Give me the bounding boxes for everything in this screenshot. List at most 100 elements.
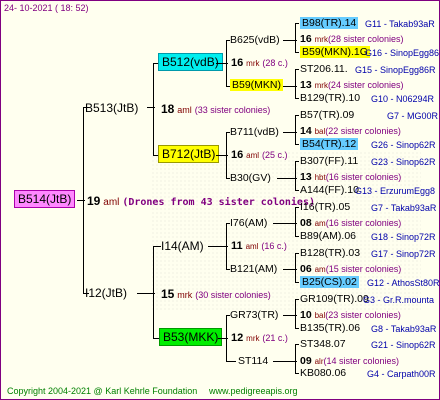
gen4-queen-15[interactable]: ST348.07: [300, 338, 346, 351]
connector: [295, 282, 299, 283]
gen4-rank-14: G8 - Takab93aR: [371, 324, 437, 334]
connector: [226, 40, 227, 86]
gen4-rank-10: G18 - Sinop72R: [371, 232, 436, 242]
gen4-queen-14[interactable]: B135(TR).06: [300, 322, 360, 335]
connector: [295, 299, 296, 328]
gen2-queen-3[interactable]: I14(AM): [161, 239, 204, 253]
connector: [295, 115, 296, 144]
gen4-rank-12: G12 - AthosSt80R: [367, 278, 440, 288]
connector: [208, 246, 228, 247]
gen2-drones-3: 11 aml (16 c.): [231, 240, 287, 252]
gen4-rank-1: G11 - Takab93aR: [365, 19, 435, 29]
connector: [295, 23, 299, 24]
connector: [153, 246, 154, 338]
gen3-drones-5: 08 am(16 sister colonies): [300, 217, 402, 229]
connector: [295, 344, 299, 345]
gen4-queen-9[interactable]: I16(TR).05: [300, 201, 350, 214]
gen2-drones-4: 12 mrk (21 c.): [231, 332, 288, 344]
pedigree-chart: 24- 10-2021 ( 18: 52) B514(JtB) 19 aml (…: [0, 0, 440, 400]
gen4-rank-8: G13 - ErzurumEgg8: [355, 186, 436, 196]
timestamp: 24- 10-2021 ( 18: 52): [4, 3, 89, 13]
gen4-queen-4[interactable]: B129(TR).10: [300, 92, 360, 105]
connector: [273, 361, 297, 362]
connector: [226, 132, 227, 178]
connector: [153, 63, 154, 155]
gen2-drones-1: 16 mrk (28 c.): [231, 57, 288, 69]
root-queen[interactable]: B514(JtB): [14, 190, 76, 208]
gen3-drones-2: 13 mrk(24 sister colonies): [300, 79, 404, 91]
gen4-rank-15: G21 - Sinop62R: [371, 340, 436, 350]
gen4-queen-10[interactable]: B89(AM).06: [300, 230, 356, 243]
gen3-queen-7[interactable]: GR73(TR): [230, 309, 278, 322]
gen4-queen-7[interactable]: B307(FF).11: [300, 155, 358, 168]
gen4-rank-16: G4 - Carpath00R: [367, 369, 436, 379]
gen4-rank-11: G17 - Sinop72R: [371, 249, 436, 259]
gen2-queen-1[interactable]: B512(vdB): [158, 53, 223, 71]
gen4-rank-4: G10 - N06294R: [371, 94, 435, 104]
connector: [226, 223, 227, 269]
gen3-queen-8[interactable]: ST114: [238, 355, 268, 368]
connector: [295, 190, 299, 191]
connector: [295, 69, 296, 98]
gen3-drones-4: 13 hbt(16 sister colonies): [300, 171, 402, 183]
connector: [295, 253, 296, 282]
gen4-queen-12[interactable]: B25(CS).02: [300, 276, 359, 289]
gen4-queen-16[interactable]: KB080.06: [300, 367, 346, 380]
gen4-queen-8[interactable]: A144(FF).10: [300, 184, 359, 197]
gen4-queen-3[interactable]: ST206.11.: [300, 63, 348, 76]
connector: [295, 98, 299, 99]
connector: [295, 253, 299, 254]
connector: [295, 344, 296, 373]
connector: [226, 361, 236, 362]
connector: [295, 144, 299, 145]
gen3-queen-6[interactable]: B121(AM): [230, 263, 277, 276]
gen3-queen-3[interactable]: B711(vdB): [230, 126, 279, 139]
gen4-queen-1[interactable]: B98(TR).14: [300, 17, 359, 30]
gen4-rank-9: G7 - Takab93aR: [371, 203, 437, 213]
gen4-queen-6[interactable]: B54(TR).12: [300, 138, 359, 151]
gen4-queen-13[interactable]: GR109(TR).09: [300, 293, 369, 306]
connector: [277, 178, 297, 179]
gen3-queen-4[interactable]: B30(GV): [230, 172, 271, 185]
connector: [295, 373, 299, 374]
copyright: Copyright 2004-2021 @ Karl Kehrle Founda…: [7, 386, 198, 396]
connector: [295, 236, 299, 237]
connector: [295, 207, 299, 208]
gen3-drones-3: 14 bal(22 sister colonies): [300, 125, 401, 137]
gen3-drones-7: 10 bal(23 sister colonies): [300, 309, 401, 321]
gen1-drones-2: 15 mrk (30 sister colonies): [161, 287, 271, 301]
connector: [226, 315, 227, 361]
gen1-drones-1: 18 aml (33 sister colonies): [161, 102, 271, 116]
gen1-queen-2[interactable]: I12(JtB): [85, 286, 127, 300]
gen2-queen-4[interactable]: B53(MKK): [159, 328, 223, 346]
connector: [295, 328, 299, 329]
gen4-rank-5: G7 - MG00R: [387, 111, 439, 121]
gen2-drones-2: 16 aml (25 c.): [231, 149, 288, 161]
site-link[interactable]: www.pedigreeapis.org: [209, 385, 298, 398]
gen3-drones-1: 16 mrk(28 sister colonies): [300, 33, 404, 45]
gen4-rank-13: G3 - Gr.R.mounta: [363, 295, 435, 305]
root-queen-label: B514(JtB): [14, 190, 76, 208]
connector: [295, 23, 296, 52]
gen4-rank-6: G26 - Sinop62R: [371, 140, 436, 150]
connector: [273, 223, 297, 224]
connector: [295, 207, 296, 236]
connector: [295, 161, 299, 162]
gen4-queen-5[interactable]: B57(TR).09: [300, 109, 354, 122]
gen3-queen-2[interactable]: B59(MKN): [230, 79, 284, 92]
gen3-queen-1[interactable]: B625(vdB): [230, 34, 280, 47]
connector: [295, 115, 299, 116]
connector: [295, 161, 296, 190]
connector: [295, 69, 299, 70]
gen2-queen-2[interactable]: B712(JtB): [158, 145, 220, 163]
connector: [83, 107, 84, 293]
gen4-queen-11[interactable]: B128(TR).03: [300, 247, 360, 260]
gen4-rank-2: G16 - SinopEgg86R: [365, 48, 440, 58]
gen4-queen-2[interactable]: B59(MKN).1G: [300, 46, 370, 59]
root-drones: 19 aml (Drones from 43 sister colonies): [87, 194, 315, 208]
gen1-queen-1[interactable]: B513(JtB): [85, 101, 138, 115]
gen3-drones-6: 06 am(15 sister colonies): [300, 263, 402, 275]
gen4-rank-3: G15 - SinopEgg86R: [355, 65, 436, 75]
connector: [153, 246, 161, 247]
gen3-queen-5[interactable]: I76(AM): [230, 217, 267, 230]
